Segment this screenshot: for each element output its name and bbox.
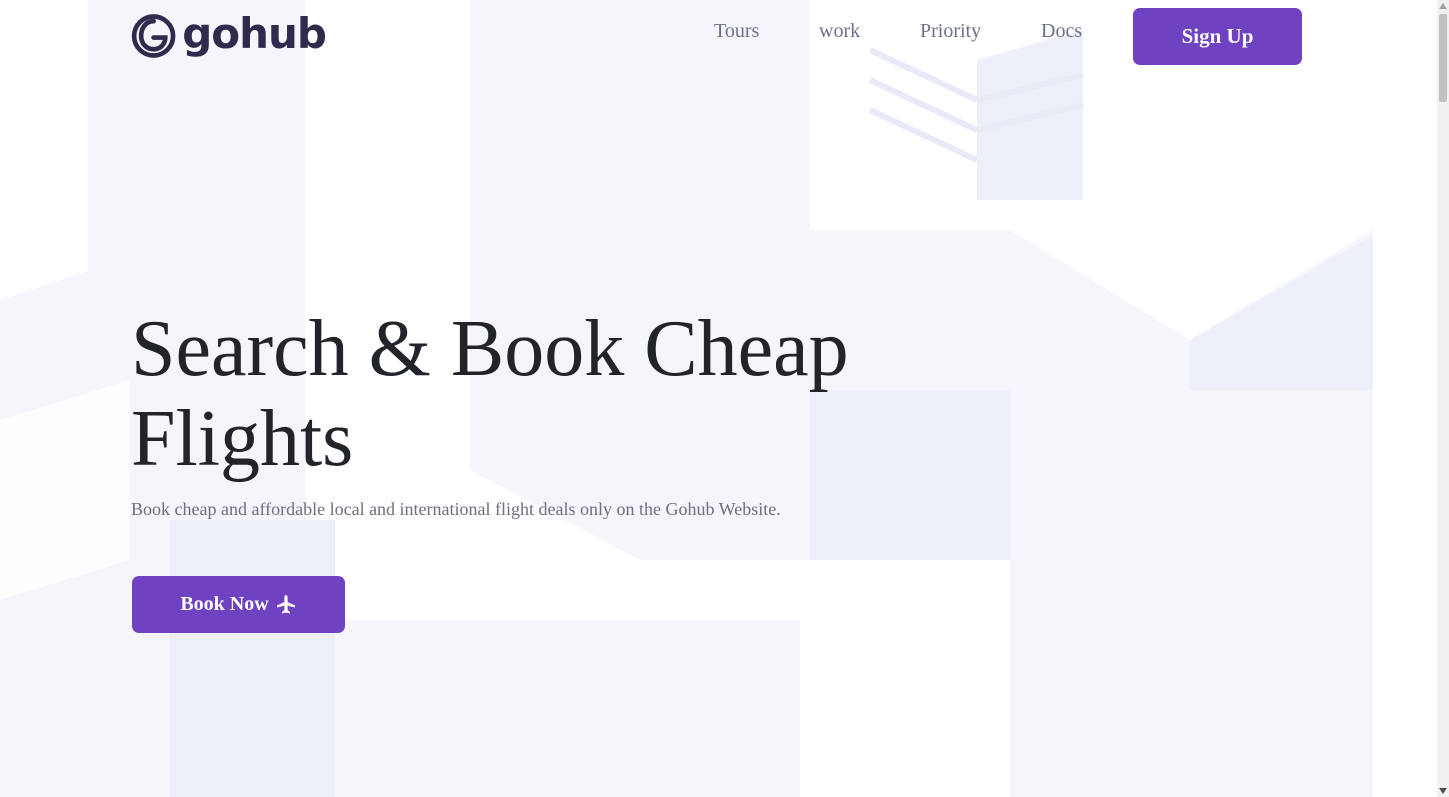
brand-logo[interactable]: gohub [131, 6, 327, 66]
book-now-button[interactable]: Book Now [132, 576, 345, 633]
scroll-thumb[interactable] [1439, 14, 1447, 102]
brand-name: gohub [182, 9, 327, 58]
scroll-up-arrow-icon[interactable] [1437, 0, 1449, 12]
hero-subtitle: Book cheap and affordable local and inte… [131, 499, 781, 519]
page: gohub Tours work Priority Docs Sign Up S… [0, 0, 1449, 797]
plane-icon [275, 594, 297, 616]
page-scrollbar[interactable] [1437, 0, 1449, 797]
scroll-down-arrow-icon[interactable] [1437, 785, 1449, 797]
nav-item-tours[interactable]: Tours [714, 20, 759, 43]
signup-button-label: Sign Up [1181, 24, 1254, 48]
nav-item-work[interactable]: work [819, 20, 860, 43]
signup-button[interactable]: Sign Up [1133, 8, 1302, 65]
book-now-label: Book Now [180, 593, 269, 615]
nav-item-docs[interactable]: Docs [1041, 20, 1082, 43]
hero-title: Search & Book Cheap Flights [131, 305, 849, 483]
nav-item-priority[interactable]: Priority [920, 20, 981, 43]
logo-mark-icon [131, 14, 176, 58]
